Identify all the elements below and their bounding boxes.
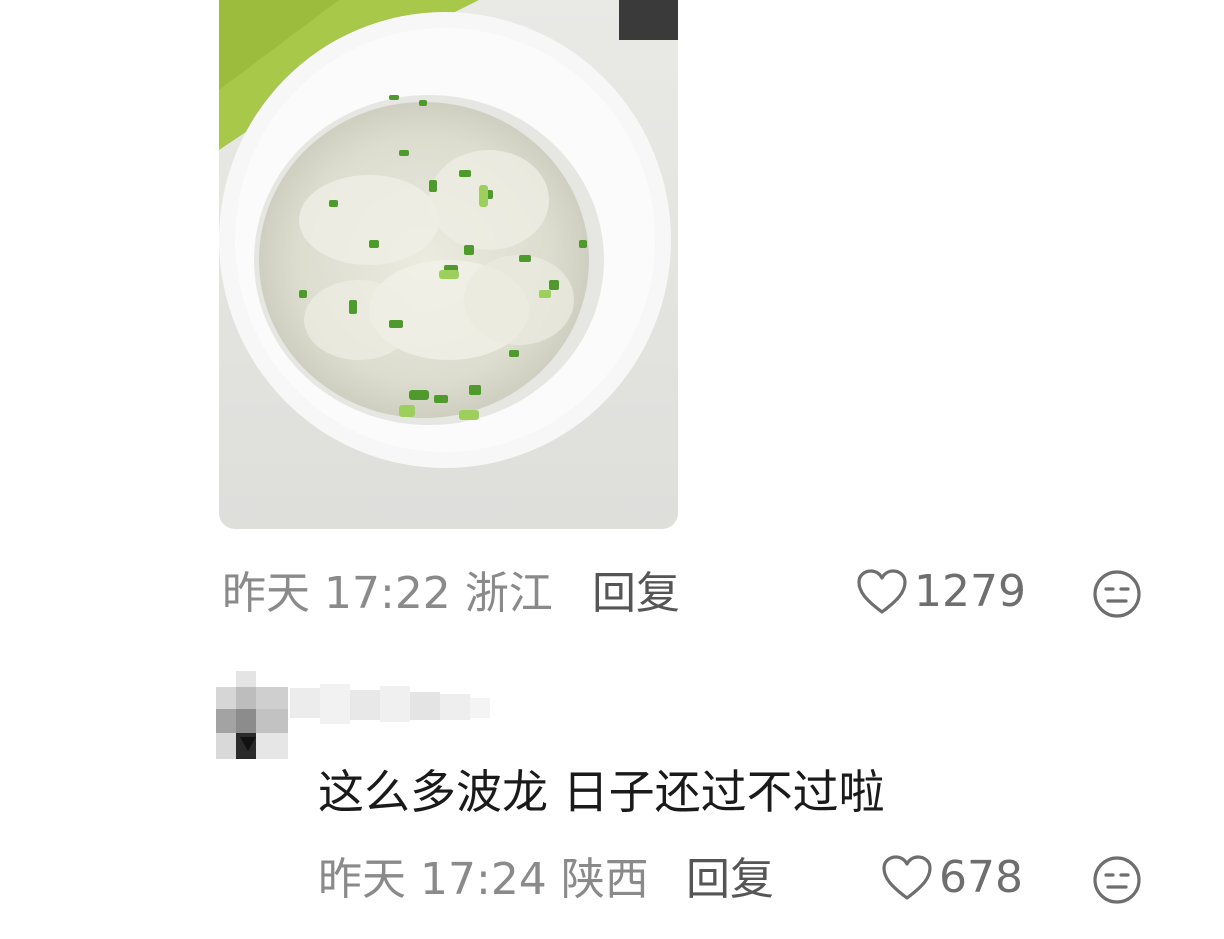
comment-location: 浙江 — [464, 568, 553, 619]
like-button[interactable]: 678 — [881, 854, 1023, 902]
soup-bowl-image — [219, 0, 678, 529]
comment-date: 昨天 — [318, 854, 406, 905]
like-count: 1279 — [914, 566, 1026, 617]
heart-outline-icon — [857, 569, 907, 614]
comment-date: 昨天 — [222, 568, 310, 619]
comment-time: 17:24 — [420, 854, 547, 905]
pixelated-username-image — [290, 684, 490, 724]
reply-button[interactable]: 回复 — [592, 572, 680, 616]
neutral-face-icon — [1093, 570, 1141, 618]
avatar[interactable] — [216, 671, 288, 759]
comment-text: 这么多波龙 日子还过不过啦 — [318, 765, 885, 819]
reply-button[interactable]: 回复 — [686, 858, 774, 902]
comment-meta: 昨天 17:24 陕西 — [318, 858, 649, 902]
comment-meta: 昨天 17:22 浙江 — [222, 572, 553, 616]
emoji-reaction-button[interactable] — [1091, 854, 1143, 906]
username-obscured[interactable] — [290, 684, 490, 724]
pixelated-avatar-image — [216, 671, 288, 759]
heart-outline-icon — [882, 855, 932, 900]
comment-time: 17:22 — [324, 568, 451, 619]
like-count: 678 — [939, 852, 1023, 903]
neutral-face-icon — [1093, 856, 1141, 904]
comment-location: 陕西 — [560, 854, 649, 905]
comment-photo[interactable] — [219, 0, 678, 529]
like-button[interactable]: 1279 — [856, 568, 1026, 616]
emoji-reaction-button[interactable] — [1091, 568, 1143, 620]
